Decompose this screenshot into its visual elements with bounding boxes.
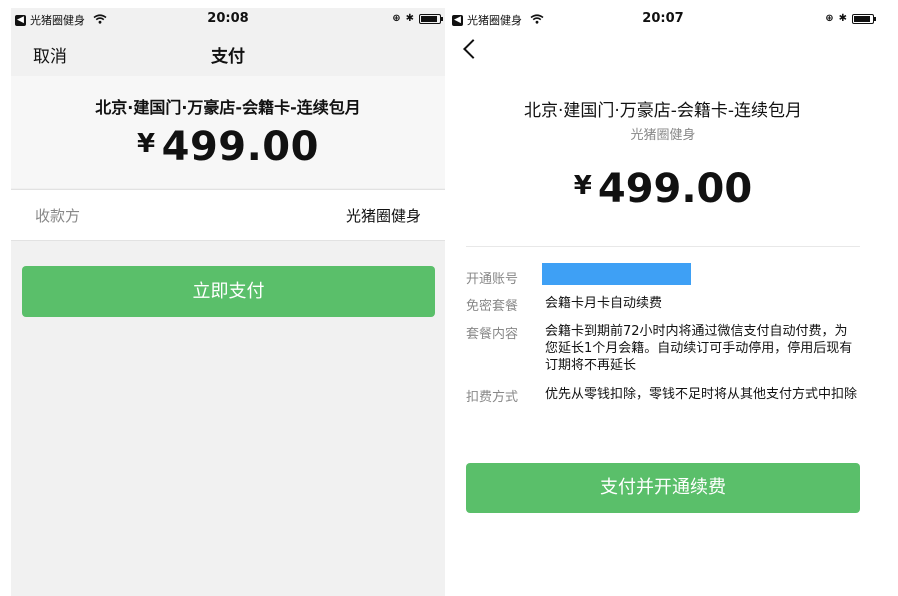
battery-icon: [852, 13, 876, 24]
status-bar: ◀ 光猪圈健身 20:08 ⊕ ✱: [11, 8, 445, 30]
info-value: 优先从零钱扣除，零钱不足时将从其他支付方式中扣除: [545, 387, 858, 402]
currency-symbol: ¥: [573, 171, 592, 201]
product-name: 北京·建国门·万豪店-会籍卡-连续包月: [523, 101, 803, 121]
bluetooth-icon: ✱: [838, 13, 847, 24]
nav-title: 支付: [211, 47, 245, 67]
battery-icon: [419, 13, 443, 24]
status-time: 20:08: [207, 11, 249, 26]
auto-renew-screen: ◀ 光猪圈健身 20:07 ⊕ ✱ 北京·建国门·万豪店-会籍卡-连续包月 光猪…: [448, 8, 878, 596]
payee-row: 收款方 光猪圈健身: [11, 189, 445, 241]
info-label: 套餐内容: [466, 327, 519, 342]
info-label: 扣费方式: [466, 390, 519, 405]
nav-bar: 取消 支付: [11, 30, 445, 76]
merchant-name: 光猪圈健身: [630, 128, 696, 143]
orientation-lock-icon: ⊕: [825, 13, 834, 24]
status-bar: ◀ 光猪圈健身 20:07 ⊕ ✱: [448, 8, 878, 30]
product-summary: 北京·建国门·万豪店-会籍卡-连续包月 ¥499.00: [11, 76, 445, 188]
back-chevron-icon[interactable]: [463, 39, 483, 59]
price: ¥499.00: [11, 124, 445, 170]
info-label: 开通账号: [466, 272, 519, 287]
price-amount: 499.00: [161, 124, 319, 170]
info-value: 会籍卡月卡自动续费: [545, 296, 663, 311]
pay-and-renew-button[interactable]: 支付并开通续费: [466, 463, 860, 513]
price-amount: 499.00: [597, 166, 753, 212]
payee-label: 收款方: [35, 207, 81, 225]
price: ¥499.00: [448, 166, 878, 212]
divider: [466, 246, 860, 247]
orientation-lock-icon: ⊕: [392, 13, 401, 24]
pay-now-button[interactable]: 立即支付: [22, 266, 435, 317]
payment-sheet-screen: ◀ 光猪圈健身 20:08 ⊕ ✱ 取消 支付 北京·建国门·万豪店-会籍卡-连…: [11, 8, 445, 596]
account-redaction: [542, 263, 691, 285]
payee-value: 光猪圈健身: [345, 207, 421, 225]
info-value: 会籍卡到期前72小时内将通过微信支付自动付费，为您延长1个月会籍。自动续订可手动…: [545, 324, 853, 373]
status-time: 20:07: [642, 11, 684, 26]
currency-symbol: ¥: [137, 129, 156, 159]
bluetooth-icon: ✱: [405, 13, 414, 24]
info-label: 免密套餐: [466, 299, 519, 314]
product-name: 北京·建国门·万豪店-会籍卡-连续包月: [95, 98, 361, 117]
